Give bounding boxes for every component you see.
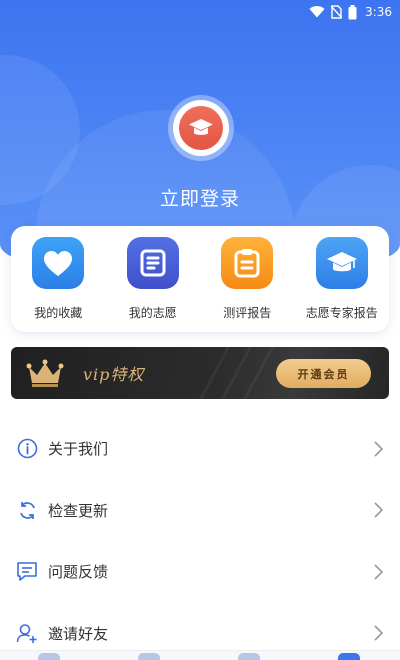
- bottom-tab-bar: [0, 650, 400, 660]
- heart-icon: [32, 237, 85, 289]
- menu-item-label: 检查更新: [48, 501, 109, 520]
- battery-icon: [348, 4, 357, 19]
- action-my-applications[interactable]: 我的志愿: [106, 237, 200, 332]
- feedback-icon: [16, 561, 38, 583]
- vip-title: vip特权: [83, 365, 145, 384]
- action-label: 我的收藏: [34, 306, 83, 320]
- tab-discover-icon[interactable]: [138, 653, 160, 660]
- action-label: 志愿专家报告: [305, 306, 378, 320]
- action-label: 测评报告: [223, 306, 272, 320]
- open-membership-button[interactable]: 开通会员: [276, 359, 371, 388]
- refresh-icon: [16, 499, 38, 521]
- chevron-right-icon: [374, 441, 384, 457]
- menu-item-label: 邀请好友: [48, 624, 109, 643]
- vip-banner[interactable]: vip特权 开通会员: [11, 347, 389, 399]
- avatar[interactable]: [173, 100, 229, 156]
- menu-item-feedback[interactable]: 问题反馈: [0, 541, 400, 603]
- chevron-right-icon: [374, 564, 384, 580]
- crown-icon: [26, 359, 64, 387]
- document-icon: [126, 237, 179, 289]
- menu-item-label: 关于我们: [48, 440, 109, 459]
- chevron-right-icon: [374, 625, 384, 641]
- menu-item-about[interactable]: 关于我们: [0, 418, 400, 480]
- no-sim-icon: [331, 5, 343, 19]
- status-time: 3:36: [365, 5, 392, 19]
- decor-stripe: [236, 347, 277, 399]
- profile-header: 3:36 立即登录: [0, 0, 400, 262]
- chevron-right-icon: [374, 502, 384, 518]
- graduation-cap-icon: [315, 237, 368, 289]
- tab-profile-icon[interactable]: [338, 653, 360, 660]
- action-expert-report[interactable]: 志愿专家报告: [295, 237, 389, 332]
- tab-messages-icon[interactable]: [238, 653, 260, 660]
- wifi-icon: [309, 6, 325, 18]
- clipboard-icon: [221, 237, 274, 289]
- graduation-cap-icon: [179, 106, 223, 150]
- action-assessment-report[interactable]: 测评报告: [200, 237, 294, 332]
- info-icon: [16, 438, 38, 460]
- tab-home-icon[interactable]: [38, 653, 60, 660]
- status-bar: 3:36: [0, 0, 400, 24]
- action-favorites[interactable]: 我的收藏: [11, 237, 105, 332]
- user-add-icon: [16, 622, 38, 644]
- settings-menu: 关于我们 检查更新 问题反馈 邀请好友: [0, 418, 400, 660]
- quick-actions-card: 我的收藏 我的志愿 测评报告 志愿专家报告: [11, 226, 389, 332]
- login-link[interactable]: 立即登录: [0, 184, 400, 211]
- menu-item-label: 问题反馈: [48, 563, 109, 582]
- action-label: 我的志愿: [128, 306, 177, 320]
- menu-item-check-update[interactable]: 检查更新: [0, 480, 400, 542]
